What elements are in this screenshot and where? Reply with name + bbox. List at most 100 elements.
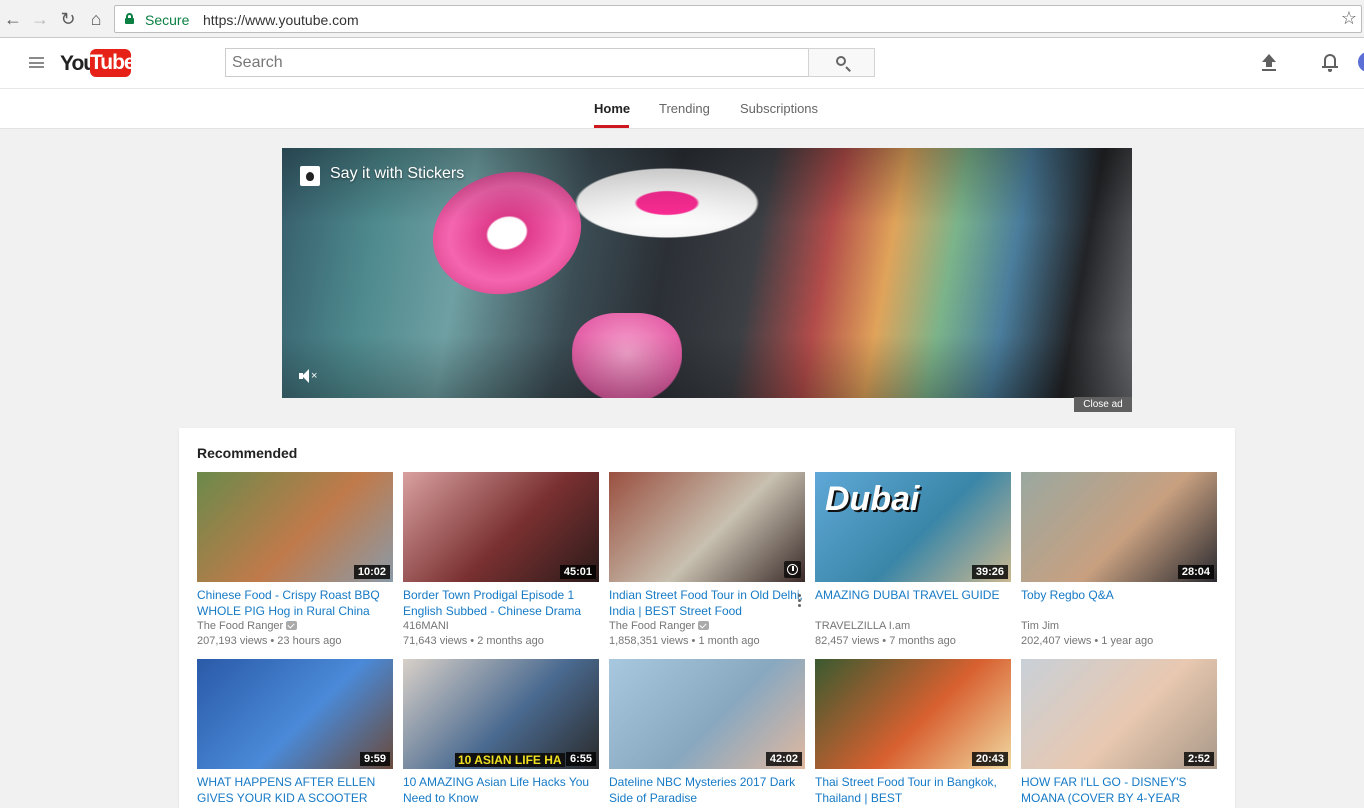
address-bar[interactable]: Secure https://www.youtube.com ☆ [114,5,1362,33]
video-thumbnail[interactable]: 10 ASIAN LIFE HA 6:55 [403,659,599,769]
view-count: 207,193 views [197,635,268,647]
video-duration: 45:01 [559,565,596,579]
video-title[interactable]: HOW FAR I'LL GO - DISNEY'S MOANA (COVER … [1021,774,1217,806]
channel-name[interactable]: 416MANI [403,620,449,632]
video-title[interactable]: Thai Street Food Tour in Bangkok, Thaila… [815,774,1011,806]
upload-age: 7 months ago [889,635,956,647]
search-icon [836,56,846,66]
ad-banner[interactable]: Say it with Stickers × [282,148,1132,398]
shelf-title[interactable]: Recommended [197,445,297,461]
video-thumbnail[interactable]: 45:01 [403,472,599,582]
search-input-container [225,48,809,77]
verified-badge-icon [698,621,710,630]
video-card[interactable]: Indian Street Food Tour in Old Delhi, In… [609,472,805,649]
meta-separator: • [1091,635,1102,647]
mute-icon[interactable]: × [299,369,319,383]
video-title[interactable]: AMAZING DUBAI TRAVEL GUIDE [815,587,1011,619]
video-meta: 202,407 views • 1 year ago [1021,634,1217,649]
view-count: 82,457 views [815,635,880,647]
video-duration: 9:59 [359,752,390,766]
reload-icon[interactable]: ↻ [57,8,79,30]
video-card[interactable]: 28:04 Toby Regbo Q&A Tim Jim 202,407 views … [1021,472,1217,649]
home-icon[interactable]: ⌂ [85,8,107,30]
video-duration: 28:04 [1177,565,1214,579]
channel-name-row: The Food Ranger [197,619,393,634]
video-thumbnail[interactable] [609,472,805,582]
meta-separator: • [879,635,890,647]
meta-separator: • [267,635,278,647]
view-count: 202,407 views [1021,635,1092,647]
channel-name[interactable]: The Food Ranger [609,620,695,632]
tab-trending[interactable]: Trending [659,101,710,116]
verified-badge-icon [286,621,298,630]
notifications-bell-icon[interactable] [1322,53,1338,72]
ad-shade [282,148,1132,398]
video-title[interactable]: WHAT HAPPENS AFTER ELLEN GIVES YOUR KID … [197,774,393,806]
video-title[interactable]: Border Town Prodigal Episode 1 English S… [403,587,599,619]
video-meta: 82,457 views • 7 months ago [815,634,1011,649]
secure-label: Secure [145,12,190,28]
video-duration: 6:55 [565,752,596,766]
feed-tabs: Home Trending Subscriptions [0,88,1364,129]
video-thumbnail[interactable]: 42:02 [609,659,805,769]
forward-arrow-icon[interactable]: → [29,8,51,30]
video-thumbnail[interactable]: 20:43 [815,659,1011,769]
back-arrow-icon[interactable]: ← [2,8,24,30]
thumbnail-banner-text: 10 ASIAN LIFE HA [455,753,565,767]
video-card[interactable]: 20:43 Thai Street Food Tour in Bangkok, T… [815,659,1011,806]
tab-subscriptions[interactable]: Subscriptions [740,101,818,116]
video-thumbnail[interactable]: 28:04 [1021,472,1217,582]
watch-later-clock-icon[interactable] [784,561,801,578]
video-card[interactable]: 10:02 Chinese Food - Crispy Roast BBQ WHO… [197,472,393,649]
upload-age: 2 months ago [477,635,544,647]
video-duration: 42:02 [765,752,802,766]
logo-tube-text: Tube [90,49,136,77]
video-card[interactable]: Dubai 39:26 AMAZING DUBAI TRAVEL GUIDE TRAV… [815,472,1011,649]
view-count: 71,643 views [403,635,468,647]
upload-age: 1 month ago [698,635,760,647]
more-actions-icon[interactable] [798,594,802,608]
bookmark-star-icon[interactable]: ☆ [1341,8,1357,29]
tab-home[interactable]: Home [594,101,630,116]
channel-name[interactable]: TRAVELZILLA I.am [815,620,910,632]
video-thumbnail[interactable]: Dubai 39:26 [815,472,1011,582]
video-card[interactable]: 10 ASIAN LIFE HA 6:55 10 AMAZING Asian Lif… [403,659,599,806]
video-duration: 2:52 [1183,752,1214,766]
video-thumbnail[interactable]: 10:02 [197,472,393,582]
upload-icon[interactable] [1260,54,1278,72]
video-card[interactable]: 9:59 WHAT HAPPENS AFTER ELLEN GIVES YOUR … [197,659,393,806]
video-card[interactable]: 42:02 Dateline NBC Mysteries 2017 Dark Si… [609,659,805,806]
video-title[interactable]: Chinese Food - Crispy Roast BBQ WHOLE PI… [197,587,393,619]
close-ad-button[interactable]: Close ad [1074,397,1132,412]
avatar[interactable] [1358,52,1364,72]
video-duration: 10:02 [353,565,390,579]
channel-name-row: Tim Jim [1021,619,1217,634]
meta-separator: • [688,635,699,647]
url-text[interactable]: https://www.youtube.com [203,12,359,28]
video-title[interactable]: Indian Street Food Tour in Old Delhi, In… [609,587,805,619]
video-card[interactable]: 2:52 HOW FAR I'LL GO - DISNEY'S MOANA (CO… [1021,659,1217,806]
video-thumbnail[interactable]: 9:59 [197,659,393,769]
active-tab-indicator [594,125,629,128]
video-title[interactable]: Toby Regbo Q&A [1021,587,1217,619]
video-meta: 71,643 views • 2 months ago [403,634,599,649]
guide-menu-icon[interactable] [29,57,44,68]
view-count: 1,858,351 views [609,635,689,647]
video-duration: 39:26 [971,565,1008,579]
apple-logo-icon [300,166,320,186]
video-thumbnail[interactable]: 2:52 [1021,659,1217,769]
video-title[interactable]: 10 AMAZING Asian Life Hacks You Need to … [403,774,599,806]
video-card[interactable]: 45:01 Border Town Prodigal Episode 1 Engl… [403,472,599,649]
channel-name[interactable]: The Food Ranger [197,620,283,632]
channel-name[interactable]: Tim Jim [1021,620,1059,632]
search-input[interactable] [226,49,808,76]
search-button[interactable] [808,48,875,77]
upload-age: 23 hours ago [277,635,342,647]
meta-separator: • [467,635,478,647]
recommended-shelf: Recommended 10:02 Chinese Food - Crispy R… [179,428,1235,808]
video-title[interactable]: Dateline NBC Mysteries 2017 Dark Side of… [609,774,805,806]
channel-name-row: 416MANI [403,619,599,634]
ad-title[interactable]: Say it with Stickers [330,165,464,183]
upload-age: 1 year ago [1101,635,1154,647]
video-meta: 1,858,351 views • 1 month ago [609,634,805,649]
